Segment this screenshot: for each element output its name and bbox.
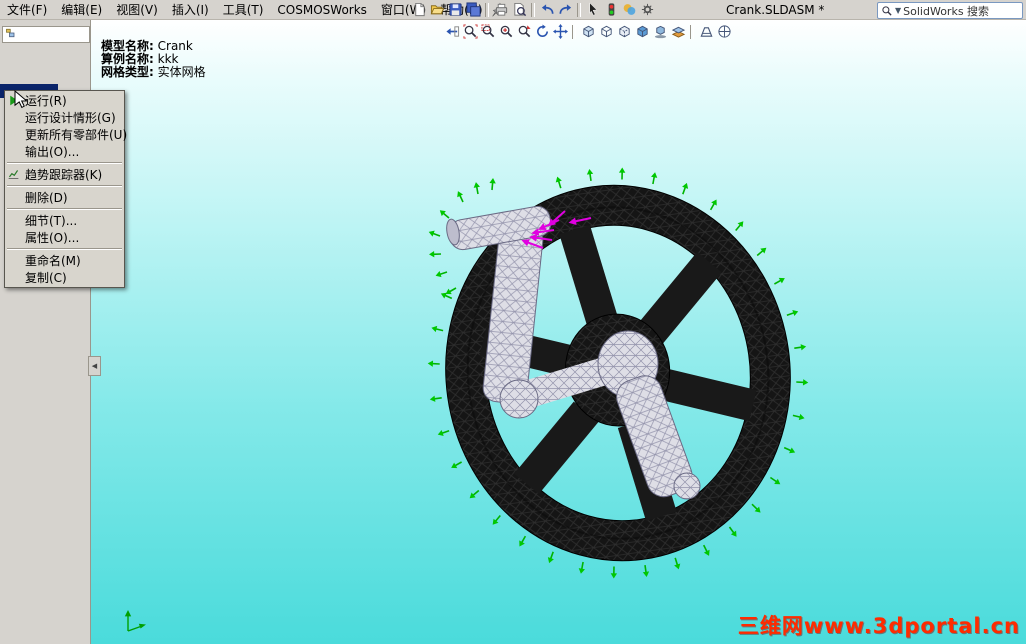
edit-appearance-button[interactable] (620, 1, 638, 18)
ctx-update-all-components-label: 更新所有零部件(U) (25, 128, 128, 142)
feature-tree-tab[interactable] (2, 26, 90, 43)
mesh-type-label: 网格类型: (101, 65, 154, 79)
open-button[interactable] (428, 1, 446, 18)
select-button[interactable] (584, 1, 602, 18)
view-toolbar (443, 23, 733, 40)
toolbar-separator (577, 2, 581, 17)
ctx-trend-tracker[interactable]: 趋势跟踪器(K) (5, 166, 124, 183)
pan-button[interactable] (551, 23, 569, 40)
solidworks-search[interactable]: ▼ SolidWorks 搜索 (877, 2, 1023, 19)
mesh-type-value: 实体网格 (157, 65, 206, 79)
ctx-delete[interactable]: 删除(D) (5, 189, 124, 206)
zoom-to-area-button[interactable] (479, 23, 497, 40)
main-area: ◀ 模型名称: Crank 算例名称: kkk 网格类型: 实体网格 三维网ww… (0, 20, 1026, 644)
toolbar-separator (690, 24, 694, 39)
crank-pin (499, 379, 539, 419)
context-menu: 运行(R) 运行设计情形(G) 更新所有零部件(U) 输出(O)... 趋势跟踪… (4, 90, 128, 288)
perspective-button[interactable] (697, 23, 715, 40)
ctx-rename-label: 重命名(M) (25, 254, 81, 268)
ctx-copy-label: 复制(C) (25, 271, 67, 285)
mouse-cursor (14, 90, 28, 109)
toolbar-separator (485, 2, 489, 17)
trend-tracker-icon (7, 168, 20, 181)
section-view-button[interactable] (669, 23, 687, 40)
menu-separator (7, 162, 122, 164)
toolbar-separator (572, 24, 576, 39)
chevron-down-icon[interactable]: ▼ (895, 6, 901, 15)
new-document-button[interactable] (410, 1, 428, 18)
ctx-details[interactable]: 细节(T)... (5, 212, 124, 229)
ctx-properties-label: 属性(O)... (25, 231, 80, 245)
ctx-copy[interactable]: 复制(C) (5, 269, 124, 286)
search-icon (881, 5, 893, 17)
ctx-run-label: 运行(R) (25, 94, 67, 108)
view-orientation-button[interactable] (715, 23, 733, 40)
solidworks-window: 文件(F) 编辑(E) 视图(V) 插入(I) 工具(T) COSMOSWork… (0, 0, 1026, 644)
model-name-value: Crank (157, 39, 193, 53)
hidden-lines-button[interactable] (615, 23, 633, 40)
toolbar-separator (531, 2, 535, 17)
ctx-run-design-scenario-label: 运行设计情形(G) (25, 111, 116, 125)
rotate-view-button[interactable] (533, 23, 551, 40)
ctx-delete-label: 删除(D) (25, 191, 68, 205)
zoom-to-fit-button[interactable] (461, 23, 479, 40)
shadows-button[interactable] (651, 23, 669, 40)
study-name-value: kkk (157, 52, 179, 66)
menu-view[interactable]: 视图(V) (109, 0, 165, 20)
model-name-label: 模型名称: (101, 39, 154, 53)
model-info: 模型名称: Crank 算例名称: kkk 网格类型: 实体网格 (101, 40, 206, 79)
watermark: 三维网www.3dportal.cn (737, 614, 1020, 638)
menu-cosmosworks[interactable]: COSMOSWorks (270, 1, 374, 19)
ctx-run-design-scenario[interactable]: 运行设计情形(G) (5, 109, 124, 126)
panel-collapse-button[interactable]: ◀ (88, 356, 101, 376)
undo-button[interactable] (538, 1, 556, 18)
assembly-tree-icon (5, 27, 17, 42)
menu-separator (7, 248, 122, 250)
menu-separator (7, 208, 122, 210)
redo-button[interactable] (556, 1, 574, 18)
menu-edit[interactable]: 编辑(E) (54, 0, 109, 20)
ctx-export[interactable]: 输出(O)... (5, 143, 124, 160)
mesh-type-line: 网格类型: 实体网格 (101, 66, 206, 79)
zoom-in-out-button[interactable] (497, 23, 515, 40)
print-preview-button[interactable] (510, 1, 528, 18)
shaded-button[interactable] (633, 23, 651, 40)
study-name-label: 算例名称: (101, 52, 154, 66)
options-button[interactable] (638, 1, 656, 18)
previous-view-button[interactable] (443, 23, 461, 40)
menu-tools[interactable]: 工具(T) (216, 0, 271, 20)
save-all-button[interactable] (464, 1, 482, 18)
menu-bar: 文件(F) 编辑(E) 视图(V) 插入(I) 工具(T) COSMOSWork… (0, 0, 1026, 20)
graphics-scene[interactable] (91, 20, 1026, 644)
save-button[interactable] (446, 1, 464, 18)
search-placeholder[interactable]: SolidWorks 搜索 (903, 3, 989, 19)
ctx-trend-tracker-label: 趋势跟踪器(K) (25, 168, 103, 182)
zoom-to-selection-button[interactable] (515, 23, 533, 40)
ctx-export-label: 输出(O)... (25, 145, 80, 159)
ctx-properties[interactable]: 属性(O)... (5, 229, 124, 246)
crank-pin-right (673, 472, 701, 500)
menu-insert[interactable]: 插入(I) (165, 0, 216, 20)
ctx-details-label: 细节(T)... (25, 214, 78, 228)
menu-separator (7, 185, 122, 187)
ctx-rename[interactable]: 重命名(M) (5, 252, 124, 269)
graphics-area[interactable]: 模型名称: Crank 算例名称: kkk 网格类型: 实体网格 三维网www.… (91, 20, 1026, 644)
rebuild-button[interactable] (602, 1, 620, 18)
menu-file[interactable]: 文件(F) (0, 0, 54, 20)
origin-triad (124, 610, 146, 632)
window-title: Crank.SLDASM * (726, 3, 825, 17)
ctx-update-all-components[interactable]: 更新所有零部件(U) (5, 126, 128, 143)
standard-toolbar (410, 1, 656, 18)
standard-views-button[interactable] (579, 23, 597, 40)
wireframe-button[interactable] (597, 23, 615, 40)
print-button[interactable] (492, 1, 510, 18)
